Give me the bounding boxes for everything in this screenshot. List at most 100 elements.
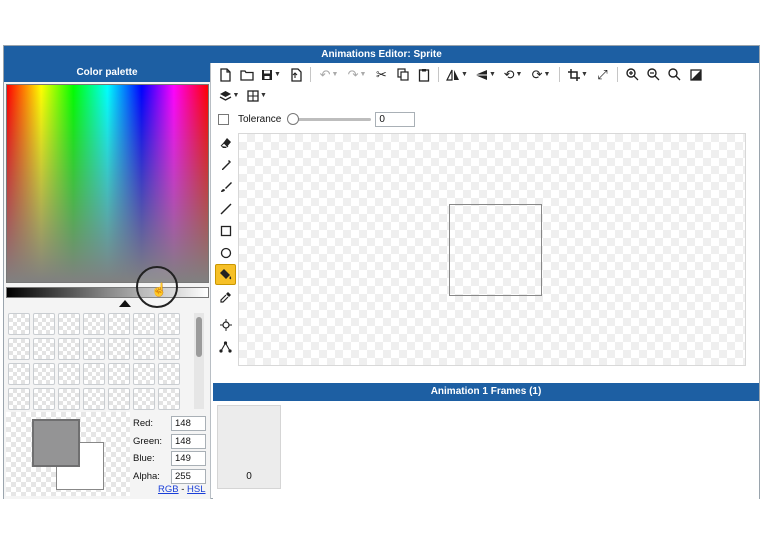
tolerance-slider-track: [291, 118, 372, 121]
color-swatch[interactable]: [83, 363, 105, 385]
swatch-scrollbar[interactable]: [194, 313, 204, 409]
red-input[interactable]: 148: [171, 416, 206, 432]
eyedropper-icon[interactable]: [215, 286, 236, 307]
crop-icon[interactable]: ▼: [564, 65, 592, 84]
color-swatch[interactable]: [83, 388, 105, 410]
toolbar-divider: [438, 67, 439, 82]
frames-panel-title: Animation 1 Frames (1): [213, 383, 759, 401]
brush-icon[interactable]: [215, 176, 236, 197]
blue-label: Blue:: [133, 453, 155, 465]
color-swatch[interactable]: [8, 338, 30, 360]
color-swatch[interactable]: [158, 388, 180, 410]
rotate-right-icon[interactable]: ⟳ ▼: [527, 65, 555, 84]
color-swatch[interactable]: [83, 338, 105, 360]
eraser-icon[interactable]: [215, 132, 236, 153]
flip-vertical-icon[interactable]: ▼: [471, 65, 499, 84]
ellipse-icon[interactable]: [215, 242, 236, 263]
undo-icon[interactable]: ↶ ▼: [315, 65, 343, 84]
zoom-in-icon[interactable]: [622, 65, 643, 84]
tolerance-label: Tolerance: [238, 113, 282, 125]
color-mode-links: RGB - HSL: [158, 484, 206, 495]
color-swatch[interactable]: [108, 313, 130, 335]
line-icon[interactable]: [215, 198, 236, 219]
rotate-left-icon[interactable]: ⟲ ▼: [499, 65, 527, 84]
color-swatch[interactable]: [8, 363, 30, 385]
color-swatch[interactable]: [58, 363, 80, 385]
copy-icon[interactable]: [392, 65, 413, 84]
cut-icon[interactable]: ✂: [371, 65, 392, 84]
primary-color-box[interactable]: [32, 419, 80, 467]
toolbar-divider: [310, 67, 311, 82]
frame-number: 0: [246, 471, 252, 482]
layers-icon[interactable]: ▼: [215, 86, 243, 105]
green-row: Green: 148: [133, 433, 209, 451]
color-swatch[interactable]: [133, 363, 155, 385]
color-swatch[interactable]: [158, 313, 180, 335]
frame-thumbnail[interactable]: 0: [217, 405, 281, 489]
tolerance-input[interactable]: 0: [375, 111, 416, 127]
flip-horizontal-icon[interactable]: ▼: [443, 65, 471, 84]
zoom-out-icon[interactable]: [643, 65, 664, 84]
zoom-icon[interactable]: [664, 65, 685, 84]
color-swatch[interactable]: [58, 338, 80, 360]
alpha-input[interactable]: 255: [171, 468, 206, 484]
color-spectrum[interactable]: [6, 84, 209, 283]
sprite-bounds: [449, 204, 542, 296]
color-swatch[interactable]: [8, 388, 30, 410]
pen-icon[interactable]: [215, 154, 236, 175]
lightness-caret-icon[interactable]: [119, 300, 131, 307]
paste-icon[interactable]: [413, 65, 434, 84]
grid-icon[interactable]: ▼: [243, 86, 271, 105]
color-swatch[interactable]: [8, 313, 30, 335]
tolerance-slider[interactable]: [287, 113, 372, 125]
swatch-grid: [8, 313, 186, 410]
animations-editor-window: Animations Editor: Sprite Color palette …: [3, 45, 760, 499]
lightness-slider[interactable]: [6, 287, 209, 298]
color-swatch[interactable]: [133, 338, 155, 360]
color-swatch[interactable]: [133, 313, 155, 335]
swatch-scrollbar-thumb[interactable]: [196, 317, 202, 357]
toolbar-row-2: ▼ ▼: [215, 86, 271, 105]
color-swatch[interactable]: [33, 388, 55, 410]
tool-options-bar: Tolerance 0: [218, 110, 518, 128]
redo-icon[interactable]: ↷ ▼: [343, 65, 371, 84]
green-input[interactable]: 148: [171, 433, 206, 449]
color-swatch[interactable]: [108, 363, 130, 385]
invert-icon[interactable]: [685, 65, 706, 84]
color-swatch[interactable]: [58, 388, 80, 410]
color-swatch[interactable]: [158, 363, 180, 385]
move-origin-icon[interactable]: [215, 314, 236, 335]
color-swatch[interactable]: [33, 338, 55, 360]
tolerance-slider-thumb[interactable]: [287, 113, 300, 125]
hsl-link[interactable]: HSL: [187, 484, 205, 495]
red-row: Red: 148: [133, 415, 209, 433]
hand-cursor-icon: ☝: [151, 282, 168, 297]
color-swatch[interactable]: [58, 313, 80, 335]
color-swatch[interactable]: [108, 338, 130, 360]
save-icon[interactable]: ▼: [257, 65, 285, 84]
color-swatch[interactable]: [133, 388, 155, 410]
resize-icon[interactable]: ⤢: [592, 65, 613, 84]
open-folder-icon[interactable]: [236, 65, 257, 84]
color-palette-title: Color palette: [4, 63, 210, 82]
color-swatch[interactable]: [83, 313, 105, 335]
bone-icon[interactable]: [215, 336, 236, 357]
rgb-link[interactable]: RGB: [158, 484, 179, 495]
drawing-tools: [215, 132, 237, 353]
fill-bucket-icon[interactable]: [215, 264, 236, 285]
drawing-canvas[interactable]: [238, 133, 746, 366]
color-swatch[interactable]: [33, 363, 55, 385]
color-preview: [6, 412, 130, 496]
tool-option-checkbox[interactable]: [218, 113, 229, 125]
toolbar-divider: [559, 67, 560, 82]
color-swatch[interactable]: [33, 313, 55, 335]
red-label: Red:: [133, 418, 154, 430]
color-swatch[interactable]: [108, 388, 130, 410]
window-title: Animations Editor: Sprite: [4, 46, 759, 63]
rectangle-icon[interactable]: [215, 220, 236, 241]
new-file-icon[interactable]: [215, 65, 236, 84]
color-swatch[interactable]: [158, 338, 180, 360]
color-fields: Red: 148 Green: 148 Blue: 149 Alpha: 255: [133, 415, 209, 485]
blue-input[interactable]: 149: [171, 451, 206, 467]
export-icon[interactable]: [285, 65, 306, 84]
